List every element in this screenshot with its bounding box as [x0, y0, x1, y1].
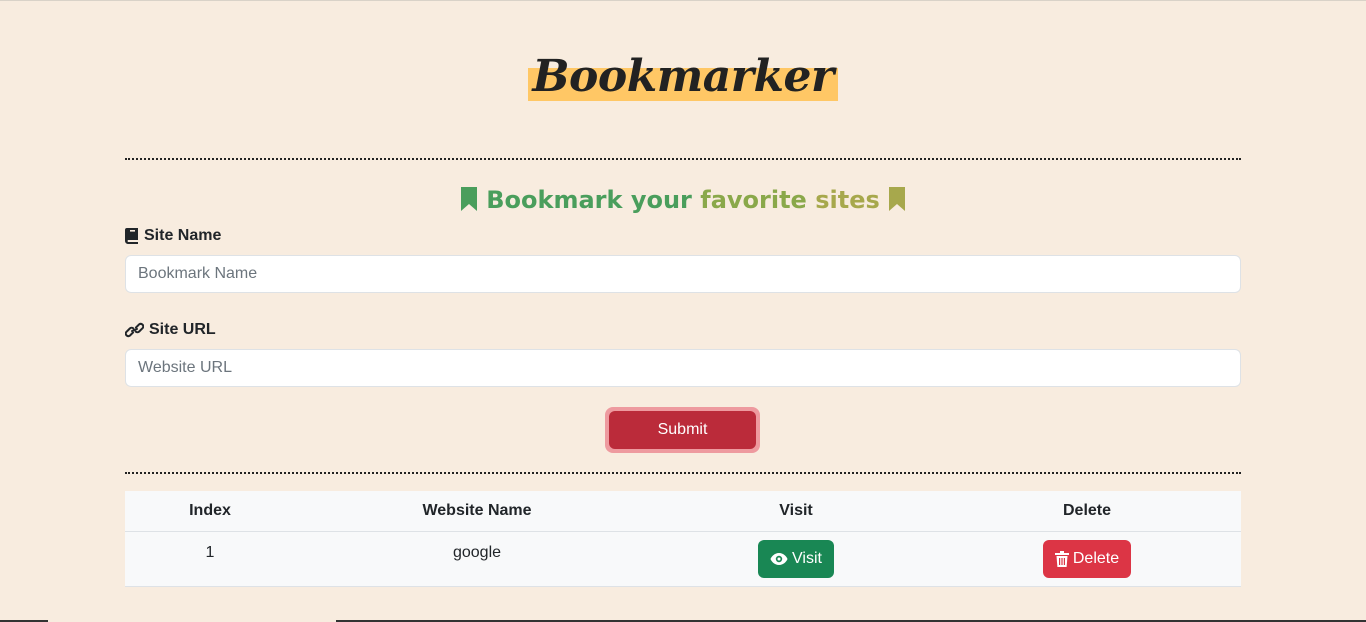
site-name-label-text: Site Name [144, 227, 222, 244]
bottom-divider [125, 472, 1241, 474]
visit-button[interactable]: Visit [758, 539, 834, 578]
bookmark-icon [460, 187, 477, 211]
page-title: Bookmarker [528, 53, 838, 101]
site-url-input[interactable] [125, 349, 1241, 387]
trash-icon [1054, 550, 1069, 567]
visit-button-label: Visit [792, 549, 822, 567]
row-delete-cell: Delete [933, 531, 1241, 587]
site-url-label-text: Site URL [149, 321, 216, 338]
eye-icon [770, 552, 788, 565]
title-container: Bookmarker [0, 53, 1366, 101]
link-icon [125, 322, 144, 338]
top-divider [125, 158, 1241, 160]
bookmarks-table: Index Website Name Visit Delete 1 google… [125, 491, 1241, 587]
bookmark-icon [889, 187, 906, 211]
form-heading-part2: favorite [700, 186, 807, 214]
form-heading: Bookmark your favorite sites [0, 185, 1366, 215]
delete-button[interactable]: Delete [1042, 539, 1132, 578]
table-header-row: Index Website Name Visit Delete [125, 491, 1241, 532]
book-icon [125, 228, 138, 244]
row-index: 1 [125, 531, 295, 587]
form-heading-part3: sites [815, 186, 880, 214]
row-visit-cell: Visit [659, 531, 933, 587]
column-header-website-name: Website Name [295, 491, 659, 532]
column-header-index: Index [125, 491, 295, 532]
site-url-label: Site URL [125, 321, 216, 339]
delete-button-label: Delete [1072, 549, 1120, 567]
site-name-input[interactable] [125, 255, 1241, 293]
table-row: 1 google Visit Delete [125, 531, 1241, 587]
submit-focus-ring: Submit [605, 407, 760, 453]
column-header-delete: Delete [933, 491, 1241, 532]
form-heading-part1: Bookmark your [486, 186, 692, 214]
submit-button[interactable]: Submit [609, 411, 756, 449]
site-name-label: Site Name [125, 227, 221, 245]
row-website-name: google [295, 531, 659, 587]
column-header-visit: Visit [659, 491, 933, 532]
